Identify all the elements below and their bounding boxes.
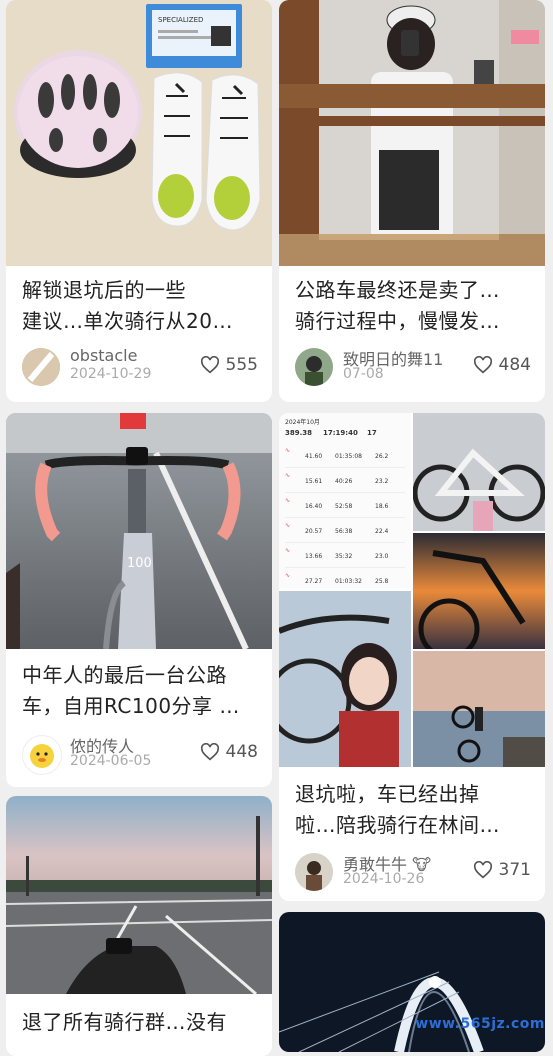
ride-log-row: ∿ 15.61 40:26 23.2 [285,468,405,493]
ride-log-row: ∿ 13.66 35:32 23.0 [285,543,405,568]
like-count: 555 [225,355,258,375]
like-button[interactable]: 448 [200,742,258,762]
post-image-road-bike-handlebar[interactable]: 100 [6,413,272,649]
like-count: 448 [225,742,258,762]
like-count: 484 [498,355,531,375]
watermark: www.565jz.com [415,1016,545,1032]
heart-icon [473,861,492,879]
post-image-helmet-shoes[interactable]: SPECIALIZED [6,0,272,266]
post-card[interactable]: 公路车最终还是卖了… 骑行过程中，慢慢发… 致明日的舞11 07-08 484 [279,0,545,402]
collage-girl-bike [279,591,411,767]
post-title[interactable]: 退坑啦，车已经出掉 啦…陪我骑行在林间… [295,779,531,841]
ride-log-row: ∿ 27.27 01:03:32 25.8 [285,572,389,585]
collage-bike-white [413,413,545,531]
post-card[interactable]: 2024年10月 389.38 17:19:40 17 ∿ 41.60 01:3… [279,413,545,901]
like-count: 371 [498,860,531,880]
avatar[interactable] [295,853,333,891]
author-name[interactable]: obstacle [70,346,137,365]
ride-log-stat: 17:19:40 [323,429,358,437]
post-image-selfie-mirror[interactable] [279,0,545,266]
ride-log-row: ∿ 16.40 52:58 18.6 [285,493,405,518]
like-button[interactable]: 484 [473,355,531,375]
like-button[interactable]: 555 [200,355,258,375]
post-meta: 侬的传人 2024-06-05 448 [22,733,258,775]
avatar[interactable] [295,348,333,386]
avatar[interactable] [22,735,62,775]
heart-icon [200,356,219,374]
post-image-collage[interactable]: 2024年10月 389.38 17:19:40 17 ∿ 41.60 01:3… [279,413,545,767]
collage-wheelie-sea [413,651,545,767]
ride-log-row: ∿ 41.60 01:35:08 26.2 [285,443,405,468]
post-date: 2024-10-29 [70,366,152,382]
svg-text:100: 100 [127,556,152,571]
post-meta: 勇敢牛牛 🐮 2024-10-26 371 [295,851,531,891]
heart-icon [200,743,219,761]
post-card[interactable]: SPECIALIZED 解锁退坑后的一些 建议…单次骑行从20… obstacl… [6,0,272,402]
post-date: 2024-10-26 [343,871,425,887]
post-meta: obstacle 2024-10-29 555 [22,346,258,386]
post-title[interactable]: 解锁退坑后的一些 建议…单次骑行从20… [22,275,258,337]
avatar[interactable] [22,348,60,386]
post-card[interactable]: 100 中年人的最后一台公路 车，自用RC100分享 … 侬的传人 2024-0… [6,413,272,787]
post-date: 2024-06-05 [70,753,152,769]
post-meta: 致明日的舞11 07-08 484 [295,346,531,386]
like-button[interactable]: 371 [473,860,531,880]
post-title[interactable]: 公路车最终还是卖了… 骑行过程中，慢慢发… [295,275,531,337]
ride-log-stat: 17 [367,429,377,437]
ride-log-screenshot: 2024年10月 389.38 17:19:40 17 ∿ 41.60 01:3… [279,413,411,589]
svg-text:SPECIALIZED: SPECIALIZED [158,16,203,24]
heart-icon [473,356,492,374]
ride-log-stat: 389.38 [285,429,313,437]
ride-log-row: ∿ 20.57 56:38 22.4 [285,518,405,543]
post-title[interactable]: 退了所有骑行群…没有 [22,1007,258,1038]
post-date: 07-08 [343,366,384,382]
post-title[interactable]: 中年人的最后一台公路 车，自用RC100分享 … [22,660,258,722]
post-card[interactable]: 退了所有骑行群…没有 [6,796,272,1056]
ride-log-month: 2024年10月 [285,419,320,426]
post-image-road-sunset[interactable] [6,796,272,994]
collage-bike-sunset [413,533,545,649]
